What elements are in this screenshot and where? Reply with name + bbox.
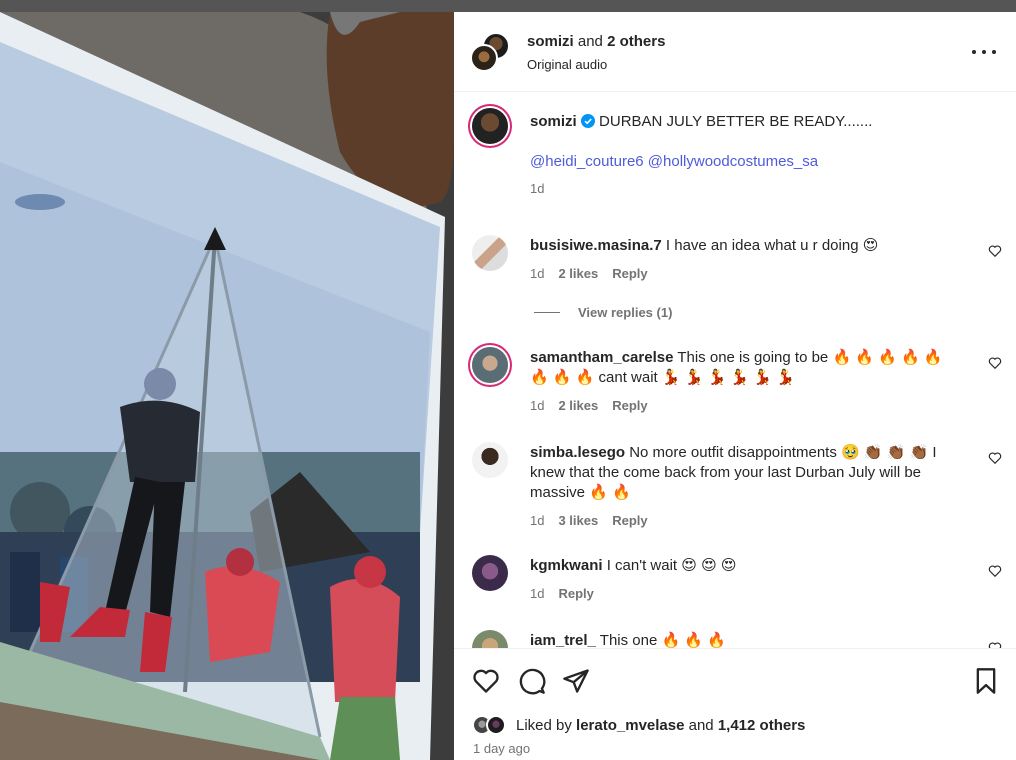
audio-label[interactable]: Original audio [527,57,607,72]
caption-time: 1d [530,181,545,196]
post-header: somizi and 2 others Original audio [454,12,1016,92]
heart-icon[interactable] [988,564,1002,578]
liked-avatars [472,715,512,735]
comment-time: 1d [530,266,545,281]
post-photo [0,12,454,760]
reply-button[interactable]: Reply [558,586,593,601]
avatar[interactable] [472,555,508,591]
likes-count[interactable]: 1,412 others [718,717,806,734]
view-replies[interactable]: View replies (1) [534,305,672,320]
comment-time: 1d [530,398,545,413]
caption-username[interactable]: somizi [530,113,577,130]
reply-button[interactable]: Reply [612,398,647,413]
view-replies-label[interactable]: View replies (1) [578,305,672,320]
more-icon[interactable] [972,42,996,62]
heart-icon[interactable] [988,244,1002,258]
comment-icon[interactable] [518,667,546,695]
heart-icon[interactable] [988,356,1002,370]
comment-text: I can't wait 😍 😍 😍 [606,557,737,574]
heart-icon[interactable] [988,451,1002,465]
post-media[interactable] [0,12,454,760]
avatar[interactable] [472,347,508,383]
avatar[interactable] [472,630,508,648]
post-actions: Liked by lerato_mvelase and 1,412 others… [454,648,1016,760]
comment-text: I have an idea what u r doing 😍 [665,237,879,254]
comment-time: 1d [530,586,545,601]
comment-text: This one 🔥 🔥 🔥 [599,632,726,648]
comment-username[interactable]: simba.lesego [530,444,625,461]
comment-username[interactable]: iam_trel_ [530,632,596,648]
reply-button[interactable]: Reply [612,513,647,528]
avatar[interactable] [472,235,508,271]
avatar[interactable] [470,44,498,72]
verified-icon [580,114,595,128]
heart-icon[interactable] [472,667,500,695]
collab-avatars[interactable] [470,32,510,72]
liked-by: Liked by lerato_mvelase and 1,412 others [472,715,805,735]
comment-likes[interactable]: 3 likes [558,513,598,528]
comment-time: 1d [530,513,545,528]
caption-mentions[interactable]: @heidi_couture6 @hollywoodcostumes_sa [530,153,818,170]
comment-username[interactable]: kgmkwani [530,557,603,574]
share-icon[interactable] [562,667,590,695]
post-details-panel: somizi and 2 others Original audio somiz… [454,12,1016,760]
comment-username[interactable]: samantham_carelse [530,349,673,366]
heart-icon[interactable] [988,641,1002,648]
reply-button[interactable]: Reply [612,266,647,281]
window-top-strip [0,0,1016,12]
comment-username[interactable]: busisiwe.masina.7 [530,237,662,254]
author-username[interactable]: somizi [527,33,574,50]
liked-by-username[interactable]: lerato_mvelase [576,717,684,734]
post-date[interactable]: 1 day ago [473,741,530,756]
bookmark-icon[interactable] [972,667,1000,695]
caption-text: DURBAN JULY BETTER BE READY....... [599,113,873,130]
avatar[interactable] [472,108,508,144]
others-link[interactable]: 2 others [607,33,665,50]
avatar[interactable] [472,442,508,478]
comment-likes[interactable]: 2 likes [558,398,598,413]
comments-list[interactable]: somizi DURBAN JULY BETTER BE READY......… [454,93,1016,648]
comment-likes[interactable]: 2 likes [558,266,598,281]
post-authors[interactable]: somizi and 2 others [527,33,665,50]
